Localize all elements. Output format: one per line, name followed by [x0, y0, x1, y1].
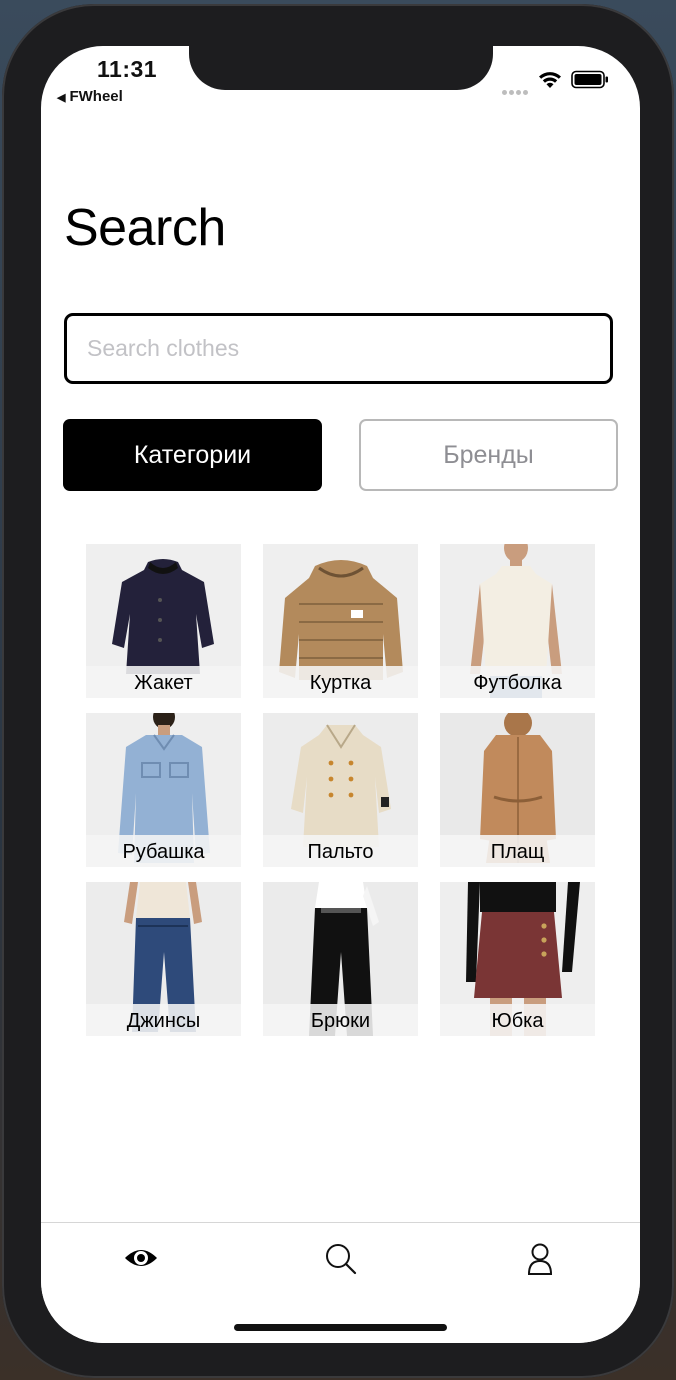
cellular-dots-icon: [502, 82, 530, 95]
category-tile-skirt[interactable]: Юбка: [440, 882, 595, 1036]
category-label: Брюки: [263, 1004, 418, 1036]
person-icon[interactable]: [527, 1243, 553, 1280]
categories-tab-button[interactable]: Категории: [63, 419, 322, 491]
category-tile-jeans[interactable]: Джинсы: [86, 882, 241, 1036]
category-tile-raincoat[interactable]: Плащ: [440, 713, 595, 867]
app-screen: 11:31 ◀FWheel Search Категории Бренды: [41, 46, 640, 1343]
battery-icon: [571, 70, 609, 94]
back-to-app-link[interactable]: ◀ FWheel: [57, 88, 123, 105]
category-label: Джинсы: [86, 1004, 241, 1036]
wifi-icon: [538, 70, 562, 94]
category-label: Юбка: [440, 1004, 595, 1036]
back-app-label: FWheel: [69, 88, 123, 105]
search-input[interactable]: [64, 313, 613, 384]
eye-icon[interactable]: [123, 1244, 159, 1277]
category-label: Плащ: [440, 835, 595, 867]
phone-frame: 11:31 ◀FWheel Search Категории Бренды: [2, 4, 674, 1378]
back-triangle-icon: ◀: [57, 92, 66, 104]
category-tile-trousers[interactable]: Брюки: [263, 882, 418, 1036]
category-label: Жакет: [86, 666, 241, 698]
category-tile-tshirt[interactable]: Футболка: [440, 544, 595, 698]
search-icon[interactable]: [325, 1243, 357, 1280]
brands-tab-button[interactable]: Бренды: [359, 419, 618, 491]
category-tile-shirt[interactable]: Рубашка: [86, 713, 241, 867]
category-tile-puffer[interactable]: Куртка: [263, 544, 418, 698]
category-label: Куртка: [263, 666, 418, 698]
home-indicator: [234, 1324, 447, 1331]
status-time: 11:31: [97, 56, 158, 82]
category-tile-coat[interactable]: Пальто: [263, 713, 418, 867]
page-title: Search: [64, 199, 226, 257]
category-label: Пальто: [263, 835, 418, 867]
notch: [189, 46, 493, 90]
category-tile-jacket[interactable]: Жакет: [86, 544, 241, 698]
category-label: Футболка: [440, 666, 595, 698]
category-label: Рубашка: [86, 835, 241, 867]
